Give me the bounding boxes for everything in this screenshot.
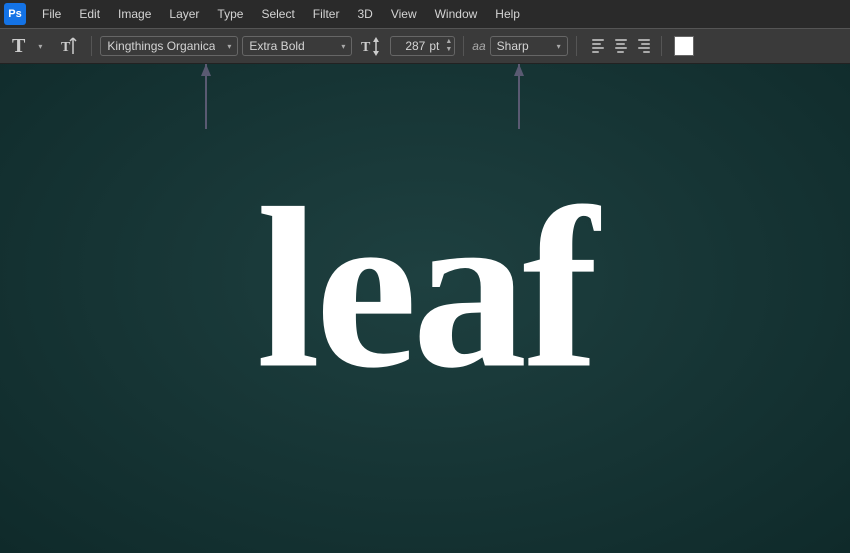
font-size-up[interactable]: ▲	[445, 38, 452, 46]
menu-select[interactable]: Select	[253, 4, 302, 24]
text-color-swatch[interactable]	[674, 36, 694, 56]
annotation-arrow-font-family	[196, 64, 216, 139]
antialiasing-value: Sharp	[497, 39, 529, 53]
font-family-chevron: ▾	[227, 42, 231, 51]
font-style-value: Extra Bold	[249, 39, 304, 53]
menu-help[interactable]: Help	[487, 4, 528, 24]
font-size-container[interactable]: pt ▲ ▼	[390, 36, 455, 56]
sep3	[576, 36, 577, 56]
font-size-input[interactable]	[391, 37, 429, 55]
menu-type[interactable]: Type	[209, 4, 251, 24]
text-tool-dropdown[interactable]: ▾	[33, 39, 47, 53]
menu-file[interactable]: File	[34, 4, 69, 24]
align-left-button[interactable]	[589, 36, 609, 56]
font-size-unit: pt	[429, 37, 443, 55]
antialiasing-chevron: ▾	[557, 42, 561, 51]
antialiasing-dropdown[interactable]: Sharp ▾	[490, 36, 568, 56]
svg-text:T: T	[361, 40, 371, 55]
ps-logo: Ps	[4, 3, 26, 25]
menu-bar: Ps File Edit Image Layer Type Select Fil…	[0, 0, 850, 28]
align-left-icon	[592, 39, 606, 53]
arrow-svg-right	[509, 64, 529, 139]
align-right-button[interactable]	[633, 36, 653, 56]
align-center-icon	[614, 39, 628, 53]
align-center-button[interactable]	[611, 36, 631, 56]
menu-image[interactable]: Image	[110, 4, 159, 24]
font-size-icon-button: T	[356, 33, 386, 59]
menu-edit[interactable]: Edit	[71, 4, 108, 24]
font-style-dropdown[interactable]: Extra Bold ▾	[242, 36, 352, 56]
annotation-arrow-font-size	[509, 64, 529, 139]
text-tool-button[interactable]: T	[8, 34, 29, 58]
arrow-svg-left	[196, 64, 216, 139]
orient-text-button[interactable]: T	[55, 34, 83, 58]
svg-text:T: T	[61, 40, 71, 55]
sep2	[463, 36, 464, 56]
font-size-arrows: ▲ ▼	[443, 38, 454, 53]
canvas-text: leaf	[256, 173, 594, 403]
font-size-icon: T	[360, 35, 382, 57]
text-tool-icon: T	[12, 36, 25, 56]
font-family-value: Kingthings Organica	[107, 39, 215, 53]
sep4	[661, 36, 662, 56]
menu-window[interactable]: Window	[427, 4, 486, 24]
font-size-down[interactable]: ▼	[445, 46, 452, 54]
orient-text-icon: T	[59, 36, 79, 56]
align-right-icon	[636, 39, 650, 53]
menu-3d[interactable]: 3D	[349, 4, 380, 24]
sep1	[91, 36, 92, 56]
font-family-dropdown[interactable]: Kingthings Organica ▾	[100, 36, 238, 56]
text-tool-chevron: ▾	[38, 42, 42, 51]
align-group	[589, 36, 653, 56]
font-style-chevron: ▾	[341, 42, 345, 51]
toolbar: T ▾ T Kingthings Organica ▾ Extra Bold ▾…	[0, 28, 850, 64]
menu-layer[interactable]: Layer	[161, 4, 207, 24]
menu-view[interactable]: View	[383, 4, 425, 24]
menu-filter[interactable]: Filter	[305, 4, 348, 24]
antialiasing-label: aa	[472, 39, 485, 53]
